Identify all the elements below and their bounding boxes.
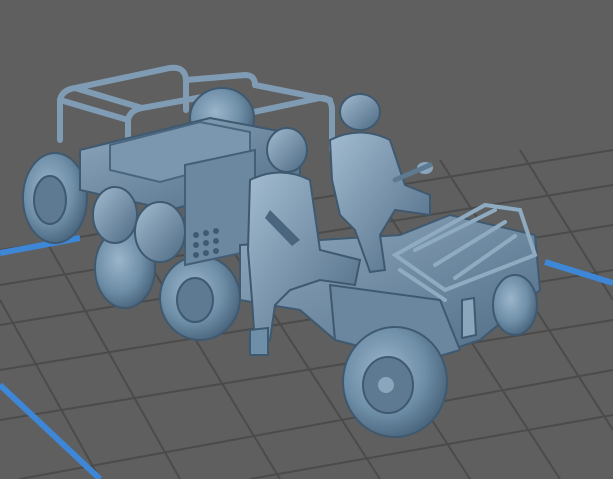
wheel-front-right [492,274,538,336]
side-panel-holes [193,228,219,258]
passenger-helmet [266,127,308,173]
gear-bag-1 [92,186,138,244]
front-light [461,296,478,340]
scene-canvas [0,0,613,479]
hub-rear-left [33,175,67,225]
hub-mid2-left [176,277,214,323]
driver-helmet [339,93,381,131]
3d-viewport[interactable] [0,0,613,479]
passenger-boot [249,326,269,356]
hub-center [378,377,394,393]
gear-bag-2 [134,201,186,263]
